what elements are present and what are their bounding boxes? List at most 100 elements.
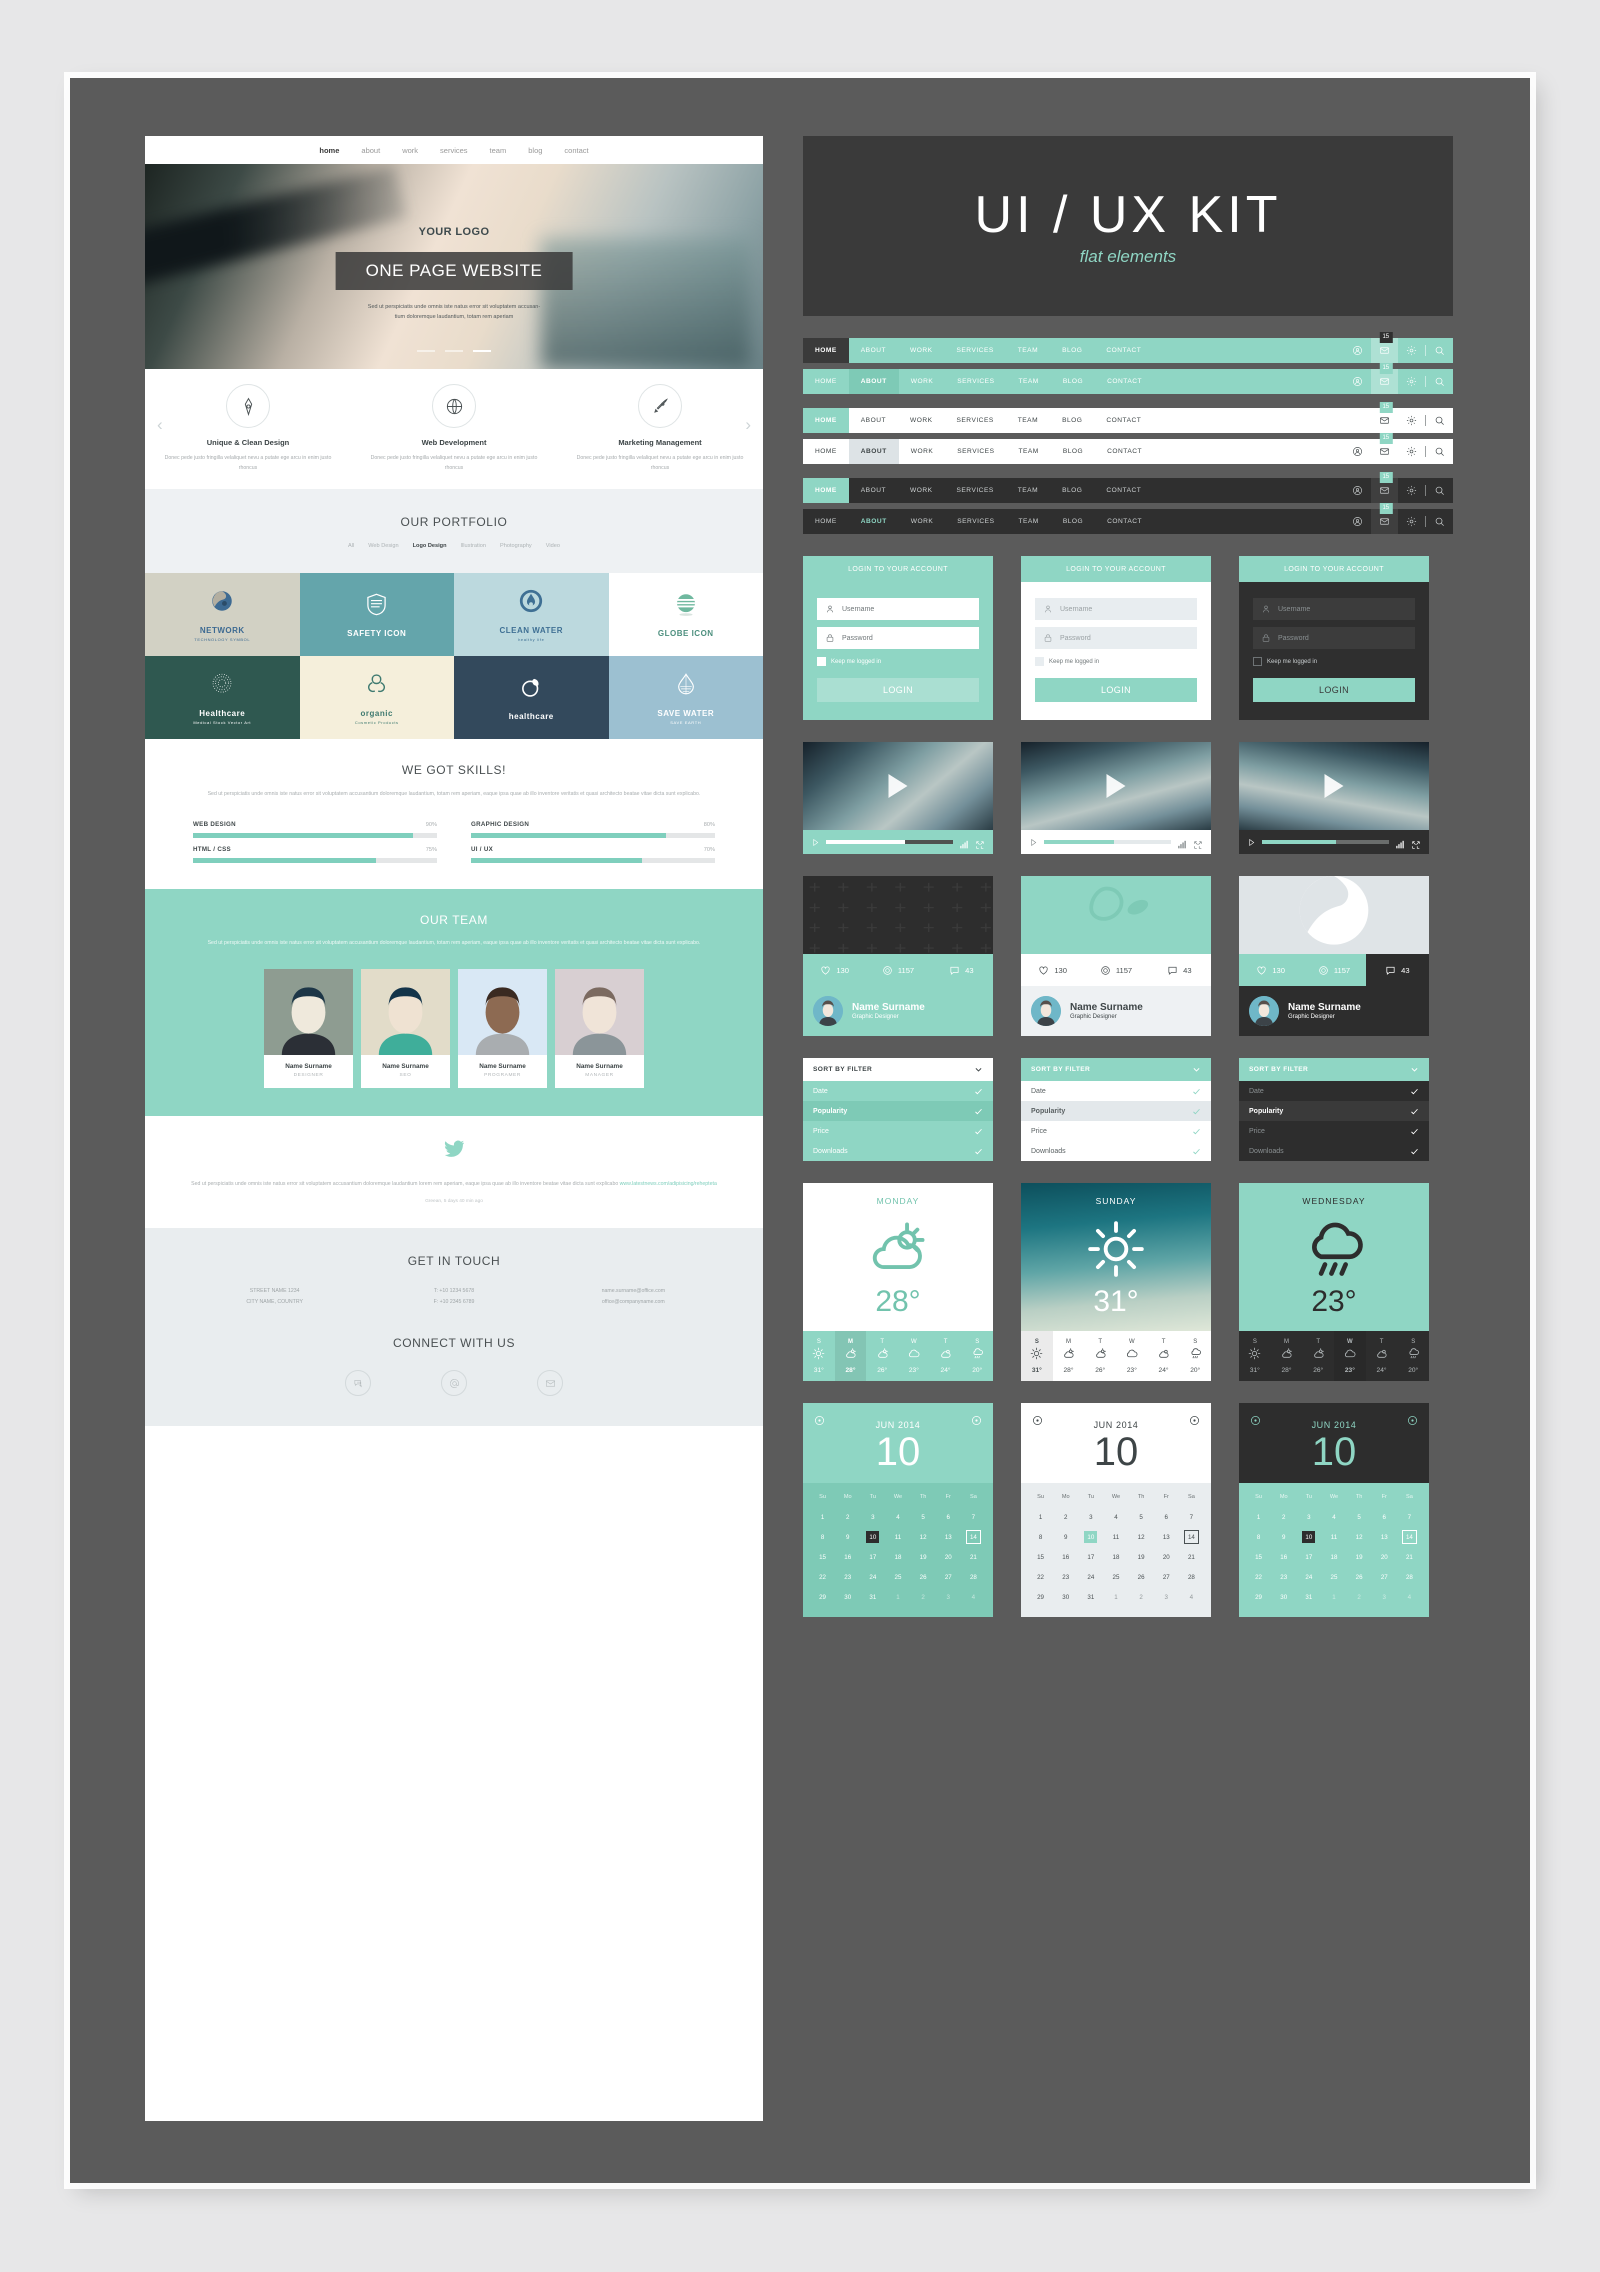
next-month-icon[interactable] <box>1189 1413 1200 1425</box>
calendar-day[interactable]: 3 <box>860 1507 885 1527</box>
calendar-day[interactable]: 4 <box>961 1587 986 1607</box>
calendar-day[interactable]: 27 <box>1372 1567 1397 1587</box>
navbar-user-icon[interactable] <box>1344 509 1371 534</box>
navbar-link-contact[interactable]: CONTACT <box>1095 369 1154 394</box>
calendar-day[interactable]: 4 <box>885 1507 910 1527</box>
play-button-icon[interactable] <box>1029 838 1038 847</box>
navbar-link-services[interactable]: SERVICES <box>945 369 1006 394</box>
portfolio-tile[interactable]: healthcare <box>454 656 609 739</box>
navbar-link-work[interactable]: WORK <box>899 509 946 534</box>
navbar-link-contact[interactable]: CONTACT <box>1094 338 1153 363</box>
calendar-day[interactable]: 11 <box>1321 1527 1346 1547</box>
calendar-day[interactable]: 4 <box>1397 1587 1422 1607</box>
calendar-day[interactable]: 17 <box>860 1547 885 1567</box>
navbar-link-work[interactable]: WORK <box>899 439 946 464</box>
video-player-dark[interactable] <box>1239 742 1429 854</box>
sort-option-downloads[interactable]: Downloads <box>1239 1141 1429 1161</box>
calendar-day[interactable]: 24 <box>860 1567 885 1587</box>
calendar-day[interactable]: 28 <box>1179 1567 1204 1587</box>
navbar-link-blog[interactable]: BLOG <box>1050 338 1094 363</box>
calendar-day[interactable]: 29 <box>810 1587 835 1607</box>
calendar-day[interactable]: 25 <box>1103 1567 1128 1587</box>
navbar-link-home[interactable]: HOME <box>803 478 849 503</box>
sort-filter-header[interactable]: SORT BY FILTER <box>1239 1058 1429 1081</box>
navbar-link-blog[interactable]: BLOG <box>1051 509 1095 534</box>
prev-month-icon[interactable] <box>814 1413 825 1425</box>
navbar-link-services[interactable]: SERVICES <box>945 439 1006 464</box>
navbar-link-services[interactable]: SERVICES <box>945 408 1006 433</box>
calendar-day[interactable]: 9 <box>1053 1527 1078 1547</box>
at-sign-icon[interactable] <box>441 1370 467 1397</box>
calendar-day[interactable]: 23 <box>835 1567 860 1587</box>
forecast-day[interactable]: T 26° <box>866 1331 898 1381</box>
navbar-link-home[interactable]: HOME <box>803 439 849 464</box>
volume-icon[interactable] <box>959 837 969 849</box>
sort-option-popularity[interactable]: Popularity <box>1239 1101 1429 1121</box>
volume-icon[interactable] <box>1395 837 1405 849</box>
calendar-day[interactable]: 28 <box>961 1567 986 1587</box>
calendar-day[interactable]: 18 <box>1103 1547 1128 1567</box>
navbar-link-team[interactable]: TEAM <box>1006 338 1050 363</box>
sort-option-date[interactable]: Date <box>803 1081 993 1101</box>
video-stage[interactable] <box>1021 742 1211 830</box>
calendar-day[interactable]: 5 <box>1129 1507 1154 1527</box>
calendar-day[interactable]: 3 <box>1372 1587 1397 1607</box>
calendar-day[interactable]: 23 <box>1271 1567 1296 1587</box>
calendar-day[interactable]: 13 <box>936 1527 961 1547</box>
navbar-search-icon[interactable] <box>1426 478 1453 503</box>
navbar-link-services[interactable]: SERVICES <box>945 509 1006 534</box>
calendar-day[interactable]: 2 <box>1129 1587 1154 1607</box>
navbar-link-about[interactable]: ABOUT <box>849 478 898 503</box>
progress-bar[interactable] <box>1262 840 1389 844</box>
navbar-link-home[interactable]: HOME <box>803 338 849 363</box>
calendar-day[interactable]: 25 <box>885 1567 910 1587</box>
calendar-day[interactable]: 1 <box>1028 1507 1053 1527</box>
sort-option-price[interactable]: Price <box>1239 1121 1429 1141</box>
navbar-link-blog[interactable]: BLOG <box>1051 439 1095 464</box>
keep-logged-in-checkbox[interactable]: Keep me logged in <box>1035 657 1197 666</box>
tweet-link[interactable]: www.latestnews.com/adipisicing/rehepteta <box>620 1181 717 1187</box>
next-month-icon[interactable] <box>1407 1413 1418 1425</box>
forecast-day[interactable]: S 20° <box>1397 1331 1429 1381</box>
navbar-link-blog[interactable]: BLOG <box>1050 408 1094 433</box>
team-member-card[interactable]: Name Surname SEO <box>361 968 450 1088</box>
portfolio-tile[interactable]: Healthcare Medical Stock Vector Art <box>145 656 300 739</box>
fullscreen-icon[interactable] <box>975 837 985 849</box>
forecast-day[interactable]: T 24° <box>1366 1331 1398 1381</box>
comments-stat[interactable]: 43 <box>1148 954 1211 986</box>
navbar-link-about[interactable]: ABOUT <box>849 408 898 433</box>
forecast-day[interactable]: S 31° <box>803 1331 835 1381</box>
calendar-day[interactable]: 21 <box>1397 1547 1422 1567</box>
video-controls[interactable] <box>1239 830 1429 854</box>
sort-option-date[interactable]: Date <box>1021 1081 1211 1101</box>
calendar-day[interactable]: 27 <box>936 1567 961 1587</box>
chevron-down-icon[interactable] <box>1192 1065 1201 1074</box>
calendar-day[interactable]: 10 <box>1078 1527 1103 1547</box>
calendar-day[interactable]: 3 <box>1154 1587 1179 1607</box>
navbar-search-icon[interactable] <box>1426 439 1453 464</box>
navbar-user-icon[interactable] <box>1344 439 1371 464</box>
calendar-day[interactable]: 22 <box>1246 1567 1271 1587</box>
calendar-day[interactable]: 2 <box>911 1587 936 1607</box>
navbar-link-contact[interactable]: CONTACT <box>1094 408 1153 433</box>
video-stage[interactable] <box>1239 742 1429 830</box>
site-nav-about[interactable]: about <box>361 146 380 155</box>
video-stage[interactable] <box>803 742 993 830</box>
play-button-icon[interactable] <box>811 838 820 847</box>
sort-filter-header[interactable]: SORT BY FILTER <box>803 1058 993 1081</box>
calendar-day[interactable]: 1 <box>1246 1507 1271 1527</box>
views-stat[interactable]: 1157 <box>1084 954 1147 986</box>
forecast-day[interactable]: T 24° <box>930 1331 962 1381</box>
navbar-envelope-icon[interactable]: 15 <box>1371 363 1398 394</box>
password-field[interactable]: Password <box>1035 627 1197 649</box>
navbar-link-team[interactable]: TEAM <box>1006 478 1050 503</box>
site-nav-work[interactable]: work <box>402 146 418 155</box>
navbar-link-work[interactable]: WORK <box>898 478 945 503</box>
calendar-day[interactable]: 28 <box>1397 1567 1422 1587</box>
calendar-day[interactable]: 26 <box>911 1567 936 1587</box>
calendar-day[interactable]: 3 <box>936 1587 961 1607</box>
calendar-day[interactable]: 1 <box>810 1507 835 1527</box>
navbar-link-blog[interactable]: BLOG <box>1050 478 1094 503</box>
navbar-search-icon[interactable] <box>1426 408 1453 433</box>
password-field[interactable]: Password <box>1253 627 1415 649</box>
